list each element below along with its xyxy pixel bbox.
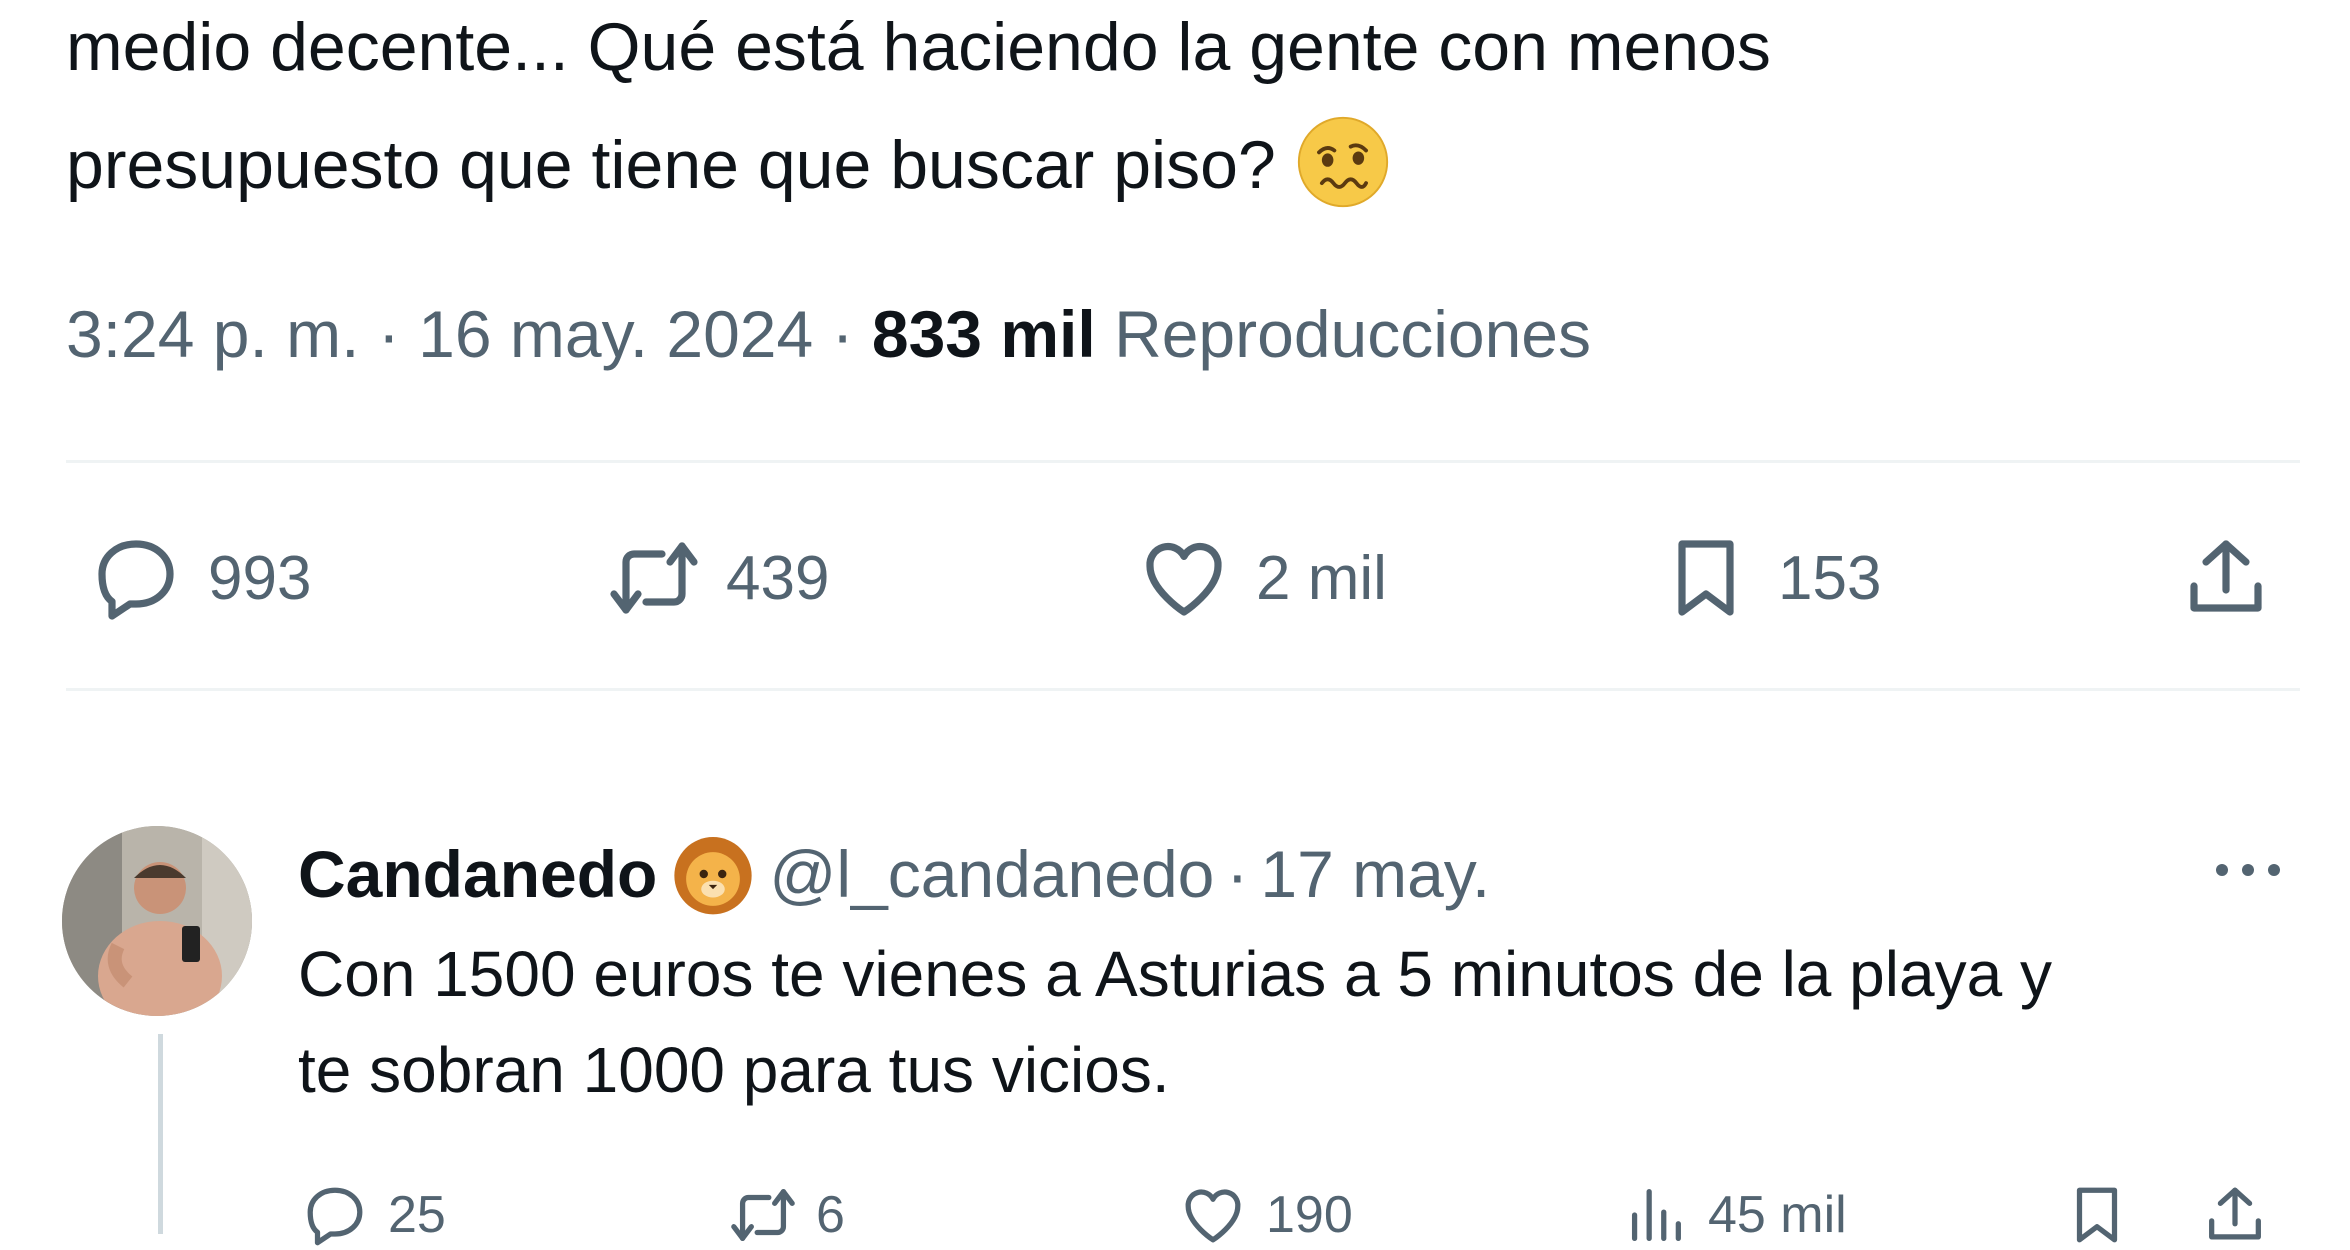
avatar-photo-icon xyxy=(62,826,252,1016)
views-label: Reproducciones xyxy=(1114,297,1592,371)
thread-line xyxy=(158,1034,163,1234)
reply-count: 993 xyxy=(208,543,312,613)
tweet-text-line-1: medio decente... Qué está haciendo la ge… xyxy=(66,9,1771,85)
reply-handle[interactable]: @l_candanedo xyxy=(769,836,1214,912)
heart-icon xyxy=(1185,1189,1241,1243)
reply-share-button[interactable] xyxy=(2200,1180,2270,1250)
reply-reply-count: 25 xyxy=(388,1186,446,1244)
reply-views-count: 45 mil xyxy=(1708,1186,1847,1244)
reply-header: Candanedo @l_candanedo · 17 may. xyxy=(298,832,1490,916)
views-chart-icon xyxy=(1631,1189,1681,1241)
reply-retweet-count: 6 xyxy=(816,1186,845,1244)
lion-face-icon xyxy=(674,837,752,915)
meta-separator: · xyxy=(831,297,854,371)
reply-bookmark-button[interactable] xyxy=(2062,1180,2132,1250)
reply-views-button[interactable]: 45 mil xyxy=(1620,1180,1847,1250)
tweet-text: medio decente... Qué está haciendo la ge… xyxy=(66,0,2266,224)
tweet-date[interactable]: 16 may. 2024 xyxy=(418,297,813,371)
retweet-button[interactable]: 439 xyxy=(606,530,829,626)
share-icon xyxy=(2209,1187,2261,1240)
reply-like-count: 190 xyxy=(1266,1186,1353,1244)
reply-icon xyxy=(98,540,174,620)
reply-separator: · xyxy=(1226,837,1249,911)
reply-reply-button[interactable]: 25 xyxy=(300,1180,446,1250)
tweet-text-line-2: presupuesto que tiene que buscar piso? xyxy=(66,106,2266,224)
heart-icon xyxy=(1146,542,1222,616)
reply-text-line-1: Con 1500 euros te vienes a Asturias a 5 … xyxy=(298,938,2052,1010)
tweet-text-line-2-content: presupuesto que tiene que buscar piso? xyxy=(66,127,1276,203)
reply-icon xyxy=(307,1187,363,1246)
tweet-meta: 3:24 p. m. · 16 may. 2024 · 833 mil Repr… xyxy=(66,296,1591,372)
avatar[interactable] xyxy=(62,826,252,1016)
meta-separator: · xyxy=(377,297,400,371)
retweet-icon xyxy=(731,1189,795,1241)
reply-text-line-2: te sobran 1000 para tus vicios. xyxy=(298,1034,1170,1106)
like-count: 2 mil xyxy=(1256,543,1387,613)
reply-text: Con 1500 euros te vienes a Asturias a 5 … xyxy=(298,926,2298,1118)
divider-top xyxy=(66,460,2300,463)
bookmark-count: 153 xyxy=(1778,543,1882,613)
woozy-face-icon xyxy=(1297,116,1388,208)
views-count: 833 mil xyxy=(871,297,1096,371)
reply-author-name[interactable]: Candanedo xyxy=(298,836,657,912)
more-options-icon[interactable] xyxy=(2208,840,2288,900)
divider-bottom xyxy=(66,688,2300,691)
bookmark-icon xyxy=(1678,540,1734,616)
bookmark-button[interactable]: 153 xyxy=(1658,530,1881,626)
share-icon xyxy=(2190,540,2262,612)
tweet-time[interactable]: 3:24 p. m. xyxy=(66,297,360,371)
retweet-count: 439 xyxy=(726,543,830,613)
like-button[interactable]: 2 mil xyxy=(1136,530,1387,626)
retweet-icon xyxy=(610,542,698,614)
reply-date[interactable]: 17 may. xyxy=(1260,836,1490,912)
bookmark-icon xyxy=(2076,1187,2118,1243)
reply-like-button[interactable]: 190 xyxy=(1178,1180,1353,1250)
share-button[interactable] xyxy=(2178,530,2274,626)
reply-retweet-button[interactable]: 6 xyxy=(728,1180,845,1250)
reply-button[interactable]: 993 xyxy=(88,530,311,626)
